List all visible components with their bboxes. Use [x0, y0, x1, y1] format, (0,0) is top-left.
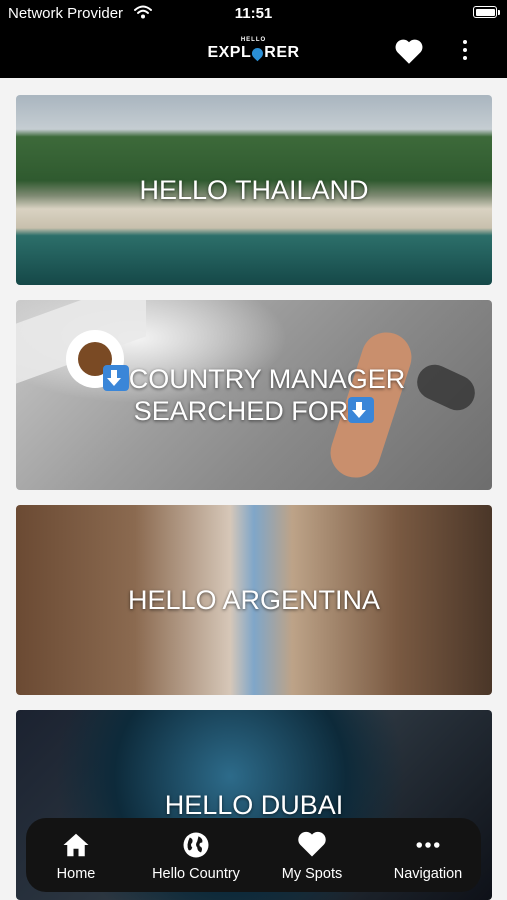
- battery-icon: [473, 6, 500, 18]
- status-time: 11:51: [234, 5, 273, 22]
- tab-label: Hello Country: [152, 866, 240, 882]
- tab-home[interactable]: Home: [20, 818, 132, 892]
- heart-icon: [297, 830, 327, 862]
- card-title: HELLO ARGENTINA: [127, 585, 381, 615]
- more-vertical-icon[interactable]: [463, 40, 467, 64]
- card-title-line1: COUNTRY MANAGER: [128, 364, 406, 394]
- tab-label: My Spots: [281, 866, 343, 882]
- down-arrow-icon: [348, 397, 375, 423]
- logo-small-text: HELLO: [240, 37, 267, 43]
- app-logo: HELLO EXPL RER: [207, 37, 299, 62]
- more-horizontal-icon: [413, 830, 443, 864]
- logo-text-left: EXPL: [207, 44, 252, 61]
- card-title: COUNTRY MANAGER SEARCHED FOR: [16, 363, 492, 427]
- card-title-line2: SEARCHED FOR: [133, 396, 349, 426]
- bottom-tab-bar: Home Hello Country My Spots Navigation: [26, 818, 481, 892]
- favorites-heart-icon[interactable]: [394, 38, 424, 70]
- card-title: HELLO THAILAND: [139, 175, 369, 205]
- tab-label: Navigation: [393, 866, 463, 882]
- logo-text-right: RER: [264, 44, 300, 61]
- country-card-argentina[interactable]: HELLO ARGENTINA: [16, 505, 492, 695]
- tab-label: Home: [56, 866, 96, 882]
- country-manager-card[interactable]: COUNTRY MANAGER SEARCHED FOR: [16, 300, 492, 490]
- globe-icon: [181, 830, 211, 864]
- down-arrow-icon: [102, 365, 129, 391]
- status-bar: Network Provider 11:51: [0, 0, 507, 28]
- app-header: HELLO EXPL RER: [0, 28, 507, 78]
- logo-main-text: EXPL RER: [207, 44, 299, 62]
- country-card-thailand[interactable]: HELLO THAILAND: [16, 95, 492, 285]
- card-title: HELLO DUBAI: [164, 790, 344, 820]
- tab-my-spots[interactable]: My Spots: [256, 818, 368, 892]
- location-pin-icon: [249, 45, 266, 61]
- home-icon: [61, 830, 91, 864]
- tab-navigation[interactable]: Navigation: [372, 818, 484, 892]
- tab-hello-country[interactable]: Hello Country: [140, 818, 252, 892]
